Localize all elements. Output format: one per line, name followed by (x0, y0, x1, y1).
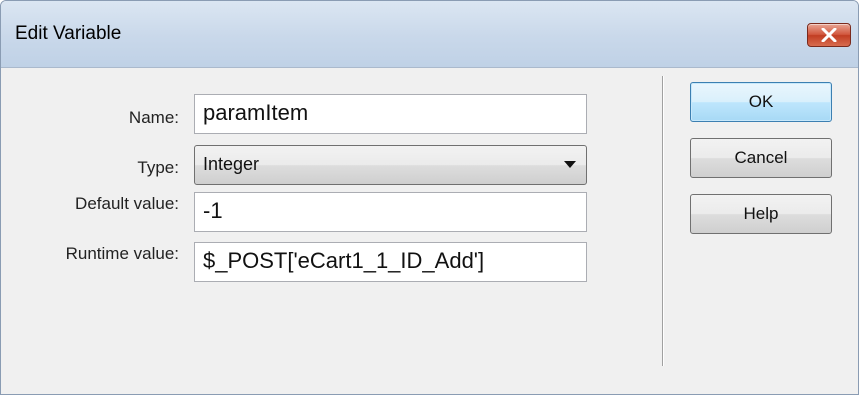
edit-variable-dialog: Edit Variable Name: paramItem Type: Inte… (0, 0, 859, 395)
title-bar: Edit Variable (1, 1, 858, 68)
name-label: Name: (128, 108, 179, 127)
type-select-value: Integer (203, 154, 260, 174)
default-value-input[interactable]: -1 (194, 192, 587, 232)
default-value-label: Default value: (75, 194, 179, 213)
dialog-body: Name: paramItem Type: Integer Default va… (1, 68, 858, 394)
name-input[interactable]: paramItem (194, 94, 587, 134)
dialog-title: Edit Variable (15, 23, 122, 44)
close-x-icon (821, 28, 837, 42)
type-select[interactable]: Integer (194, 145, 587, 185)
vertical-divider (662, 76, 664, 366)
type-label: Type: (137, 158, 179, 177)
close-button[interactable] (807, 23, 851, 47)
cancel-button[interactable]: Cancel (690, 138, 832, 178)
runtime-value-label: Runtime value: (65, 244, 179, 263)
help-button[interactable]: Help (690, 194, 832, 234)
runtime-value-input[interactable]: $_POST['eCart1_1_ID_Add'] (194, 242, 587, 282)
ok-button[interactable]: OK (690, 82, 832, 122)
chevron-down-icon (564, 161, 576, 168)
